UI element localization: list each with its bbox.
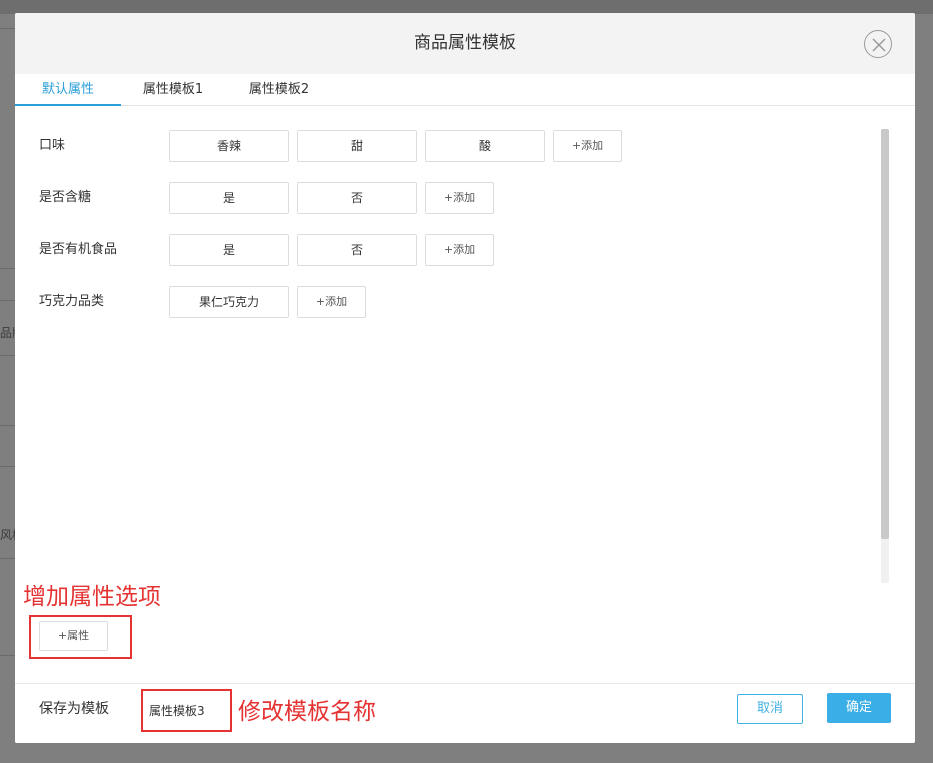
template-tabs: 默认属性 属性模板1 属性模板2 [15,74,915,106]
close-icon [872,38,886,52]
background-label: 风格 [0,528,16,542]
add-option-button[interactable]: +添加 [297,286,366,318]
add-option-button[interactable]: +添加 [425,182,494,214]
option-button[interactable]: 香辣 [169,130,289,162]
template-name-input[interactable] [143,694,229,726]
attribute-label: 是否有机食品 [39,242,118,257]
cancel-button[interactable]: 取消 [737,694,803,724]
option-button[interactable]: 果仁巧克力 [169,286,289,318]
scrollbar-thumb[interactable] [881,129,889,539]
tab-attribute-template-2[interactable]: 属性模板2 [233,74,325,106]
attribute-label: 巧克力品类 [39,294,105,309]
attribute-template-dialog: 商品属性模板 默认属性 属性模板1 属性模板2 口味 香辣 甜 酸 +添加 是否… [15,13,915,743]
option-button[interactable]: 否 [297,182,417,214]
tab-attribute-template-1[interactable]: 属性模板1 [127,74,219,106]
annotation-rename-template: 修改模板名称 [238,699,376,725]
confirm-button[interactable]: 确定 [827,693,891,723]
add-option-button[interactable]: +添加 [553,130,622,162]
add-option-button[interactable]: +添加 [425,234,494,266]
save-as-template-label: 保存为模板 [39,701,109,717]
dialog-title: 商品属性模板 [414,33,516,53]
close-button[interactable] [864,30,892,58]
dialog-header: 商品属性模板 [15,13,915,74]
content-scrollbar[interactable] [881,129,889,583]
dialog-footer: 保存为模板 修改模板名称 取消 确定 [15,683,915,743]
option-button[interactable]: 是 [169,234,289,266]
option-button[interactable]: 甜 [297,130,417,162]
annotation-add-option: 增加属性选项 [23,584,161,610]
option-button[interactable]: 是 [169,182,289,214]
background-topbar [0,0,933,14]
attribute-label: 口味 [39,138,66,153]
add-attribute-button[interactable]: +属性 [39,621,108,651]
option-button[interactable]: 酸 [425,130,545,162]
attribute-label: 是否含糖 [39,190,92,205]
option-button[interactable]: 否 [297,234,417,266]
background-label: 品牌 [0,326,16,340]
tab-default-attributes[interactable]: 默认属性 [15,74,121,106]
